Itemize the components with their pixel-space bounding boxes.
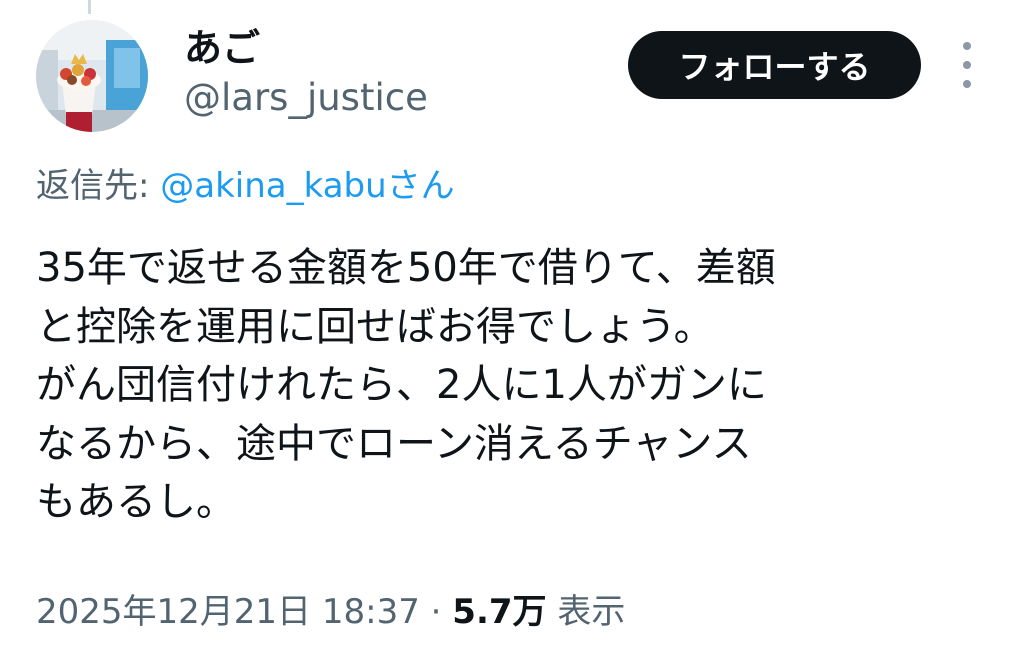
tweet-text-line: もあるし。 — [36, 479, 236, 525]
tweet-text-line: がん団信付けれたら、2人に1人がガンに — [36, 362, 767, 408]
tweet-text-line: 35年で返せる金額を50年で借りて、差額 — [36, 245, 776, 291]
more-dot — [963, 42, 971, 50]
reply-to-line: 返信先: @akina_kabuさん — [36, 162, 455, 210]
more-dot — [963, 80, 971, 88]
views-label: 表示 — [557, 592, 626, 632]
avatar[interactable] — [36, 20, 148, 132]
tweet-detail: あご @lars_justice フォローする 返信先: @akina_kabu… — [0, 0, 1024, 659]
tweet-meta: 2025年12月21日 18:37 · 5.7万 表示 — [36, 588, 625, 636]
meta-separator: · — [430, 592, 442, 632]
views-count: 5.7万 — [452, 592, 547, 632]
thread-connector-line — [88, 0, 91, 14]
follow-button[interactable]: フォローする — [628, 31, 921, 99]
display-name[interactable]: あご — [184, 24, 260, 72]
more-dot — [963, 61, 971, 69]
tweet-text-line: なるから、途中でローン消えるチャンス — [36, 420, 752, 467]
user-handle[interactable]: @lars_justice — [184, 74, 428, 122]
more-vertical-icon[interactable] — [952, 42, 982, 88]
reply-mention-link[interactable]: @akina_kabuさん — [160, 166, 454, 206]
tweet-text: 35年で返せる金額を50年で借りて、差額 と控除を運用に回せばお得でしょう。 が… — [36, 239, 996, 532]
reply-to-label: 返信先: — [36, 166, 161, 206]
tweet-text-line: と控除を運用に回せばお得でしょう。 — [36, 303, 714, 350]
timestamp[interactable]: 2025年12月21日 18:37 — [36, 592, 420, 632]
